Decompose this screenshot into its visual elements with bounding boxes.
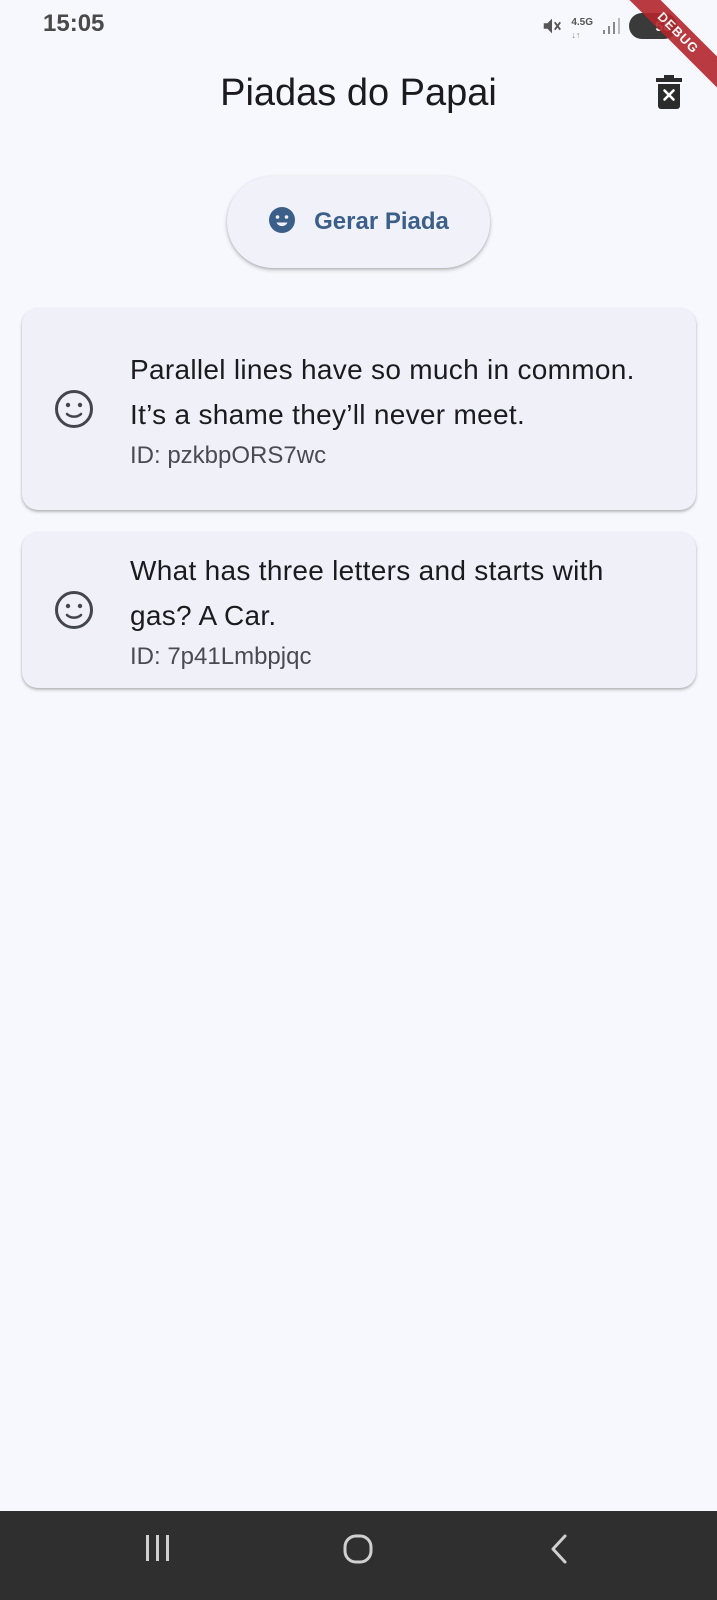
joke-list: Parallel lines have so much in common. I… bbox=[22, 308, 696, 710]
home-icon[interactable] bbox=[342, 1533, 374, 1570]
joke-id: ID: 7p41Lmbpjqc bbox=[130, 643, 312, 670]
back-icon[interactable] bbox=[548, 1533, 572, 1570]
joke-card[interactable]: What has three letters and starts with g… bbox=[22, 532, 696, 688]
page-title: Piadas do Papai bbox=[220, 72, 497, 114]
system-nav-bar bbox=[0, 1511, 717, 1600]
joke-card[interactable]: Parallel lines have so much in common. I… bbox=[22, 308, 696, 510]
status-bar: 15:05 4.5G ↓↑ 50 bbox=[0, 0, 717, 48]
recent-apps-icon[interactable] bbox=[143, 1533, 173, 1568]
signal-icon bbox=[601, 16, 621, 36]
network-icon: 4.5G ↓↑ bbox=[571, 17, 593, 41]
joke-id: ID: pzkbpORS7wc bbox=[130, 442, 327, 469]
generate-joke-button[interactable]: Gerar Piada bbox=[227, 176, 490, 268]
joke-body: Parallel lines have so much in common. I… bbox=[130, 347, 672, 471]
smile-outline-icon bbox=[54, 389, 96, 429]
smile-icon bbox=[268, 206, 296, 239]
status-time: 15:05 bbox=[43, 10, 105, 37]
joke-body: What has three letters and starts with g… bbox=[130, 548, 672, 672]
joke-text: What has three letters and starts with g… bbox=[130, 555, 604, 631]
delete-forever-icon bbox=[656, 74, 682, 114]
delete-all-button[interactable] bbox=[651, 72, 687, 116]
generate-joke-label: Gerar Piada bbox=[314, 208, 449, 235]
app-bar: Piadas do Papai bbox=[0, 48, 717, 144]
joke-text: Parallel lines have so much in common. I… bbox=[130, 354, 635, 430]
smile-outline-icon bbox=[54, 590, 96, 630]
mute-icon bbox=[541, 15, 563, 37]
